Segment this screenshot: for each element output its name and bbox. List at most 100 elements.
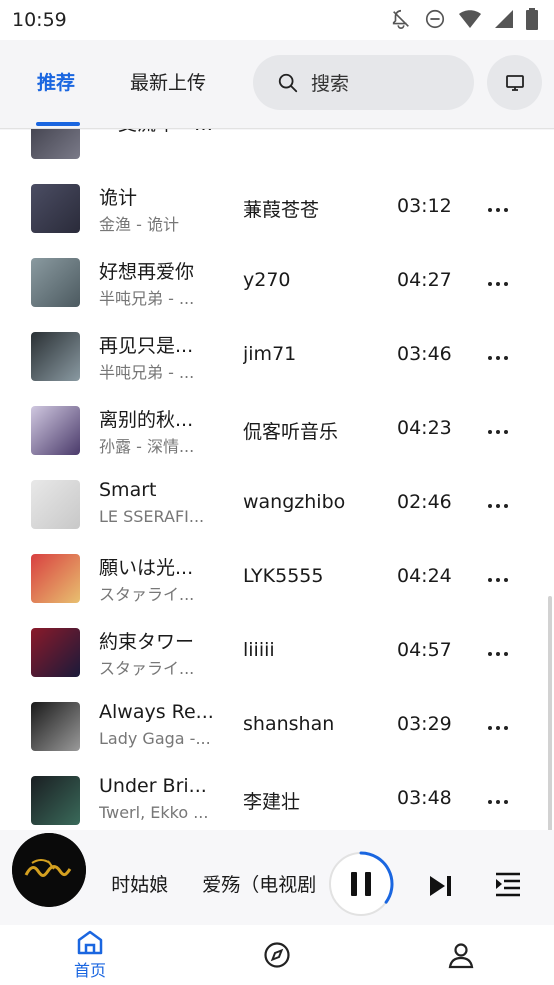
album-cover-image [31, 554, 80, 603]
more-options-icon[interactable] [484, 198, 512, 222]
pause-icon [351, 872, 357, 896]
more-options-icon[interactable] [484, 790, 512, 814]
now-playing-text-2: 爱殇（电视剧 [202, 874, 317, 896]
more-options-icon[interactable] [484, 272, 512, 296]
song-list: 一支流年 - 0... 诡计金渔 - 诡计 蒹葭苍苍 03:12 好想再爱你半吨兄弟 -… [0, 129, 554, 829]
song-duration: 04:27 [397, 269, 452, 291]
album-cover-image [31, 628, 80, 677]
status-time: 10:59 [12, 9, 67, 31]
song-title: 诡计 [99, 187, 138, 209]
song-uploader: jim71 [243, 343, 297, 365]
song-row[interactable]: Under Bri... Twerl, Ekko ... 李建壮 03:48 [0, 765, 554, 829]
song-artist-album: 金渔 - 诡计 [99, 215, 179, 234]
nav-profile[interactable] [447, 941, 475, 969]
nav-home-label: 首页 [74, 961, 107, 980]
song-duration: 03:12 [397, 195, 452, 217]
song-row[interactable]: 願いは光... スタァライ... LYK5555 04:24 [0, 543, 554, 617]
song-title: 好想再爱你 [99, 261, 195, 283]
more-options-icon[interactable] [484, 642, 512, 666]
song-title: 再见只是... [99, 335, 194, 357]
song-artist-album: 半吨兄弟 - ... [99, 289, 195, 308]
song-artist-album: 半吨兄弟 - ... [99, 363, 195, 382]
song-uploader: 蒹葭苍苍 [243, 199, 320, 221]
song-duration: 04:57 [397, 639, 452, 661]
top-header: 推荐 最新上传 搜索 [0, 40, 554, 130]
album-disc[interactable] [12, 833, 86, 907]
playlist-icon[interactable] [494, 870, 522, 900]
notifications-off-icon [392, 9, 409, 29]
album-cover-image [31, 480, 80, 529]
song-duration: 03:29 [397, 713, 452, 735]
song-artist-album: LE SSERAFI... [99, 507, 205, 526]
status-bar: 10:59 [0, 0, 554, 40]
compass-icon [264, 942, 290, 968]
profile-icon [448, 943, 474, 969]
search-box[interactable]: 搜索 [253, 55, 474, 110]
song-artist-album: Lady Gaga -... [99, 729, 211, 748]
song-duration: 02:46 [397, 491, 452, 513]
song-uploader: wangzhibo [243, 491, 346, 513]
song-artist-album: 孙露 - 深情... [99, 437, 195, 456]
song-row[interactable]: 再见只是... 半吨兄弟 - ... jim71 03:46 [0, 321, 554, 395]
now-playing-marquee[interactable]: 时姑娘 爱殇（电视剧 [96, 870, 318, 900]
song-row[interactable]: 好想再爱你半吨兄弟 - ... y270 04:27 [0, 247, 554, 321]
tab-latest-upload[interactable]: 最新上传 [130, 68, 206, 95]
song-row[interactable]: 诡计金渔 - 诡计 蒹葭苍苍 03:12 [0, 173, 554, 247]
signal-icon [495, 10, 513, 28]
song-title: 願いは光... [99, 557, 194, 579]
album-cover-image [31, 702, 80, 751]
song-row[interactable]: 离别的秋... 孙露 - 深情... 侃客听音乐 04:23 [0, 395, 554, 469]
mini-player[interactable]: 时姑娘 爱殇（电视剧 [0, 830, 554, 925]
song-title: 約束タワー [99, 631, 195, 653]
album-cover-image [31, 406, 80, 455]
cast-icon [505, 74, 524, 91]
home-icon [77, 930, 103, 955]
song-uploader: shanshan [243, 713, 335, 735]
song-artist-album: Twerl, Ekko ... [99, 803, 209, 822]
song-artist-album: スタァライ... [99, 585, 195, 604]
more-options-icon[interactable] [484, 494, 512, 518]
status-icons [390, 8, 538, 30]
album-cover-image [31, 332, 80, 381]
album-cover-image [31, 258, 80, 307]
song-row[interactable]: 一支流年 - 0... [0, 129, 554, 173]
now-playing-text-1: 时姑娘 [96, 874, 169, 896]
song-uploader: liiiii [243, 639, 275, 661]
tab-recommended[interactable]: 推荐 [37, 68, 75, 95]
pause-button[interactable] [327, 850, 395, 918]
song-duration: 03:46 [397, 343, 452, 365]
search-icon [278, 73, 298, 92]
more-options-icon[interactable] [484, 568, 512, 592]
battery-icon [526, 8, 538, 30]
next-icon[interactable] [428, 874, 454, 898]
song-title: Under Bri... [99, 775, 207, 797]
album-art-logo [12, 833, 86, 907]
cast-button[interactable] [487, 55, 542, 110]
song-title: 离别的秋... [99, 409, 194, 431]
nav-home[interactable]: 首页 [74, 929, 106, 981]
song-title: 一支流年 - 0... [99, 129, 223, 136]
song-title: Always Re... [99, 701, 214, 723]
song-duration: 04:23 [397, 417, 452, 439]
song-title: Smart [99, 479, 157, 501]
song-uploader: 李建壮 [243, 791, 301, 813]
song-duration: 03:48 [397, 787, 452, 809]
song-artist-album: スタァライ... [99, 659, 195, 678]
do-not-disturb-icon [425, 9, 445, 29]
album-cover-image [31, 776, 80, 825]
more-options-icon[interactable] [484, 420, 512, 444]
song-row[interactable]: 約束タワースタァライ... liiiii 04:57 [0, 617, 554, 691]
song-row[interactable]: Smart LE SSERAFI... wangzhibo 02:46 [0, 469, 554, 543]
song-row[interactable]: Always Re... Lady Gaga -... shanshan 03:29 [0, 691, 554, 765]
song-uploader: y270 [243, 269, 291, 291]
album-cover-image [31, 184, 80, 233]
song-duration: 04:24 [397, 565, 452, 587]
search-placeholder: 搜索 [311, 73, 350, 95]
nav-discover[interactable] [263, 941, 291, 969]
song-uploader: LYK5555 [243, 565, 324, 587]
more-options-icon[interactable] [484, 716, 512, 740]
more-options-icon[interactable] [484, 346, 512, 370]
song-uploader: 侃客听音乐 [243, 421, 339, 443]
album-cover-image [31, 129, 80, 159]
tab-indicator [36, 122, 80, 126]
